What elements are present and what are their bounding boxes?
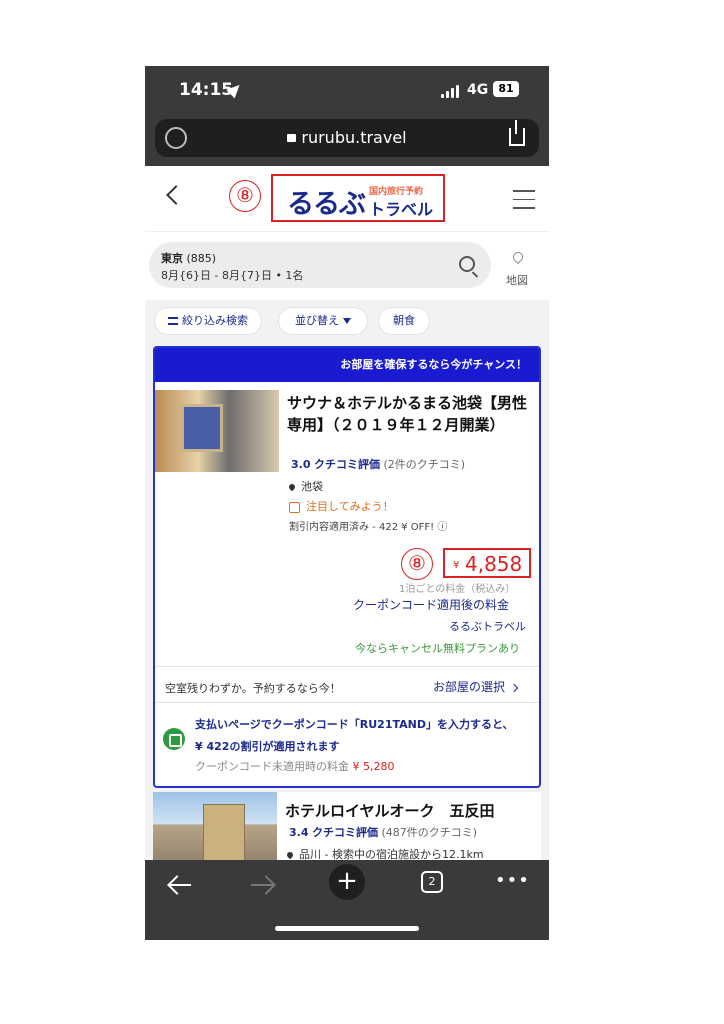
back-arrow-icon[interactable] <box>169 874 191 896</box>
sliders-icon <box>168 317 178 325</box>
status-time: 14:15 <box>179 80 234 100</box>
search-icon[interactable] <box>459 256 475 272</box>
sort-button[interactable]: 並び替え <box>279 308 367 334</box>
more-menu-button[interactable]: ••• <box>495 870 530 891</box>
hotel-area: 池袋 <box>287 478 323 494</box>
hotel-photo[interactable] <box>155 390 279 472</box>
browser-toolbar: + 2 ••• <box>145 860 549 940</box>
coupon-original-price: クーポンコード未適用時の料金 ¥ 5,280 <box>195 760 395 773</box>
new-tab-button[interactable]: + <box>329 864 365 900</box>
discount-note: 割引内容適用済み - 422 ¥ OFF! ⓘ <box>289 522 448 533</box>
promo-icon <box>289 501 300 513</box>
browser-address-bar: rurubu.travel <box>145 116 549 166</box>
price-per-night-label: 1泊ごとの料金（税込み） <box>399 584 516 595</box>
logo-main-text: るるぶ <box>287 189 366 220</box>
search-summary[interactable]: 東京 (885) 8月{6}日 - 8月{7}日 • 1名 <box>149 242 491 288</box>
status-bar: 14:15 4G 81 <box>145 66 549 116</box>
map-pin-icon <box>287 482 297 492</box>
map-pin-icon[interactable] <box>510 249 526 265</box>
hotel-price: ¥ 4,858 <box>443 548 531 578</box>
provider-name: るるぶトラベル <box>449 620 526 633</box>
chevron-right-icon <box>509 683 519 693</box>
hotel-name[interactable]: ホテルロイヤルオーク 五反田 <box>285 800 495 821</box>
select-room-link[interactable]: お部屋の選択 <box>433 678 519 695</box>
map-button-label[interactable]: 地図 <box>506 272 528 288</box>
home-indicator[interactable] <box>275 926 419 931</box>
hotel-name[interactable]: サウナ＆ホテルかるまる池袋【男性専用】（２０１９年１２月開業） <box>287 392 527 436</box>
urgency-banner: お部屋を確保するなら今がチャンス！ <box>155 348 539 382</box>
hotel-card[interactable]: お部屋を確保するなら今がチャンス！ サウナ＆ホテルかるまる池袋【男性専用】（２０… <box>153 346 541 788</box>
battery-icon: 81 <box>493 81 519 97</box>
network-type: 4G <box>467 82 489 98</box>
promo-badge: 注目してみよう！ <box>289 498 394 514</box>
tabs-button[interactable]: 2 <box>421 871 443 893</box>
caret-down-icon <box>343 318 351 324</box>
divider <box>155 666 539 667</box>
coupon-price-link[interactable]: クーポンコード適用後の料金 <box>353 596 509 613</box>
divider <box>155 702 539 703</box>
free-cancel-note: 今ならキャンセル無料プランあり <box>355 642 520 655</box>
availability-note: 空室残りわずか。予約するなら今！ <box>165 682 341 695</box>
url-text: rurubu.travel <box>301 128 407 147</box>
logo-sub-bottom: トラベル <box>369 200 434 219</box>
annotation-marker: ⑧ <box>229 180 261 212</box>
refine-search-button[interactable]: 絞り込み検索 <box>155 308 261 334</box>
search-details: 8月{6}日 - 8月{7}日 • 1名 <box>161 269 304 282</box>
map-pin-icon <box>285 850 295 860</box>
coupon-message: 支払いページでクーポンコード「RU21TAND」を入力すると、 ¥ 422の割引… <box>195 718 514 753</box>
lock-icon <box>287 134 297 142</box>
breakfast-filter-chip[interactable]: 朝食 <box>379 308 429 334</box>
signal-icon <box>441 84 459 98</box>
forward-arrow-icon[interactable] <box>251 874 273 896</box>
site-header: ⑧ るるぶ 国内旅行予約 トラベル <box>145 166 549 232</box>
tag-icon <box>163 728 185 750</box>
search-destination: 東京 <box>161 252 183 265</box>
hamburger-icon[interactable] <box>513 190 535 210</box>
share-icon[interactable] <box>509 120 525 146</box>
search-result-count: (885) <box>186 252 217 265</box>
filter-bar: 絞り込み検索 並び替え 朝食 <box>145 300 549 346</box>
hotel-rating: 3.4 クチコミ評価 (487件のクチコミ) <box>289 826 478 839</box>
phone-screen: 14:15 4G 81 rurubu.travel ⑧ るるぶ 国内旅行予約 ト… <box>145 66 549 940</box>
url-field[interactable]: rurubu.travel <box>155 119 539 157</box>
annotation-marker: ⑧ <box>401 548 433 580</box>
hotel-rating: 3.0 クチコミ評価 (2件のクチコミ) <box>291 458 466 471</box>
site-logo[interactable]: るるぶ 国内旅行予約 トラベル <box>271 174 445 222</box>
back-chevron-icon[interactable] <box>166 185 186 205</box>
